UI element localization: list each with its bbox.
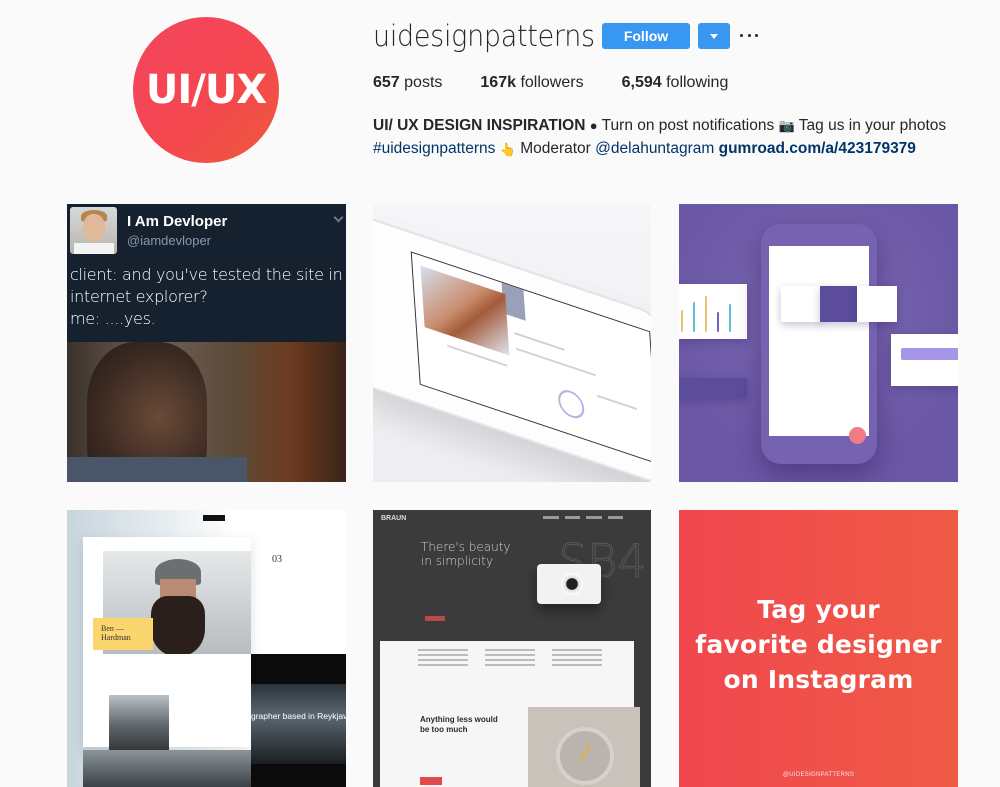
chevron-down-icon	[333, 212, 344, 223]
meme-photo	[67, 342, 346, 482]
ellipsis-icon	[740, 33, 743, 37]
collage-dark-panel: grapher based in Reykjavik, I	[251, 654, 346, 787]
graph-card	[679, 378, 747, 398]
collage-bottom-photo	[83, 750, 251, 787]
name-card: Ben — Hardman	[93, 618, 153, 650]
posts-label: posts	[404, 74, 443, 91]
project-card-active	[820, 286, 857, 322]
ellipsis-icon	[747, 33, 751, 37]
phone-screen	[410, 251, 651, 465]
phone-screen	[769, 246, 869, 436]
progress-ring	[557, 386, 586, 422]
site-white-section: Anything less would be too much	[380, 641, 640, 787]
tag-card-text: Tag your favorite designer on Instagram	[679, 592, 958, 697]
tweet-avatar	[70, 207, 117, 254]
headline-line: in simplicity	[421, 554, 494, 568]
phone-mockup	[373, 206, 651, 482]
add-fab-icon	[849, 427, 866, 444]
tweet-text: client: and you've tested the site in in…	[70, 264, 343, 330]
tweet-line: internet explorer?	[70, 287, 208, 306]
subheadline-line: be too much	[420, 725, 468, 734]
tweet-line: client: and you've tested the site in	[70, 265, 343, 284]
profile-avatar[interactable]: UI/UX	[133, 17, 279, 163]
tweet-author-handle: @iamdevloper	[127, 233, 212, 248]
post-thumbnail[interactable]	[679, 204, 958, 482]
moderator-label: Moderator	[520, 140, 591, 158]
followers-count: 167k	[480, 74, 516, 91]
subheadline-line: Anything less would	[420, 715, 498, 724]
following-label: following	[666, 74, 729, 91]
chart-card	[679, 284, 747, 339]
learn-more-button	[420, 777, 442, 785]
brand-logo: BRAUN	[381, 515, 407, 522]
caret-down-icon	[710, 33, 718, 39]
post-thumbnail[interactable]: I Am Devloper @iamdevloper client: and y…	[67, 204, 346, 482]
post-thumbnail[interactable]: 03 Ben — Hardman grapher based in Reykja…	[67, 510, 346, 787]
bio-line-2: #uidesignpatterns 👆 Moderator @delahunta…	[373, 137, 973, 160]
camera-product	[537, 564, 601, 604]
posts-stat: 657 posts	[373, 74, 442, 92]
avatar-text: UI/UX	[145, 67, 267, 113]
profile-username: uidesignpatterns	[373, 19, 595, 53]
more-options-button[interactable]	[740, 25, 758, 45]
project-card	[781, 286, 823, 322]
profile-stats: 657 posts 167k followers 6,594 following	[373, 74, 766, 92]
collage-button	[203, 515, 225, 521]
followers-label: followers	[520, 74, 584, 91]
tag-card-handle: @UIDESIGNPATTERNS	[782, 772, 855, 778]
post-thumbnail[interactable]: BRAUN SB4 There's beauty in simplicity A…	[373, 510, 651, 787]
following-count: 6,594	[621, 74, 662, 91]
collage-side-panel: 03	[252, 510, 346, 645]
post-thumbnail[interactable]: Tag your favorite designer on Instagram …	[679, 510, 958, 787]
camera-icon: 📷	[778, 118, 795, 134]
follow-button[interactable]: Follow	[602, 23, 690, 49]
bio-tag-text: Tag us in your photos	[798, 117, 947, 134]
bio-notifications-text: Turn on post notifications	[601, 117, 775, 134]
tag-card-line: Tag your	[757, 595, 880, 624]
site-nav	[543, 516, 623, 522]
tag-card-line: favorite designer	[695, 630, 942, 659]
website-link[interactable]: gumroad.com/a/423179379	[719, 140, 916, 157]
bullet-icon: ●	[589, 118, 598, 134]
suggestions-dropdown-button[interactable]	[698, 23, 730, 49]
tweet-author-name: I Am Devloper	[127, 213, 228, 230]
site-headline: There's beauty in simplicity	[421, 540, 511, 568]
followers-stat[interactable]: 167k followers	[480, 74, 583, 92]
tag-card-line: on Instagram	[723, 665, 914, 694]
pointing-hand-icon: 👆	[499, 141, 516, 157]
profile-photo	[420, 265, 510, 356]
collage-number: 03	[272, 554, 282, 565]
posts-count: 657	[373, 74, 400, 91]
headline-line: There's beauty	[421, 540, 511, 554]
hashtag-link[interactable]: #uidesignpatterns	[373, 140, 495, 157]
bio-line-1: UI/ UX DESIGN INSPIRATION ● Turn on post…	[373, 114, 973, 137]
bio-name: UI/ UX DESIGN INSPIRATION	[373, 117, 586, 134]
moderator-handle-link[interactable]: @delahuntagram	[595, 140, 714, 157]
ellipsis-icon	[755, 33, 758, 37]
calendar-card	[891, 334, 958, 386]
name-card-text: Ben — Hardman	[101, 624, 131, 642]
buy-now-button	[425, 616, 445, 621]
project-card	[857, 286, 897, 322]
profile-bio: UI/ UX DESIGN INSPIRATION ● Turn on post…	[373, 114, 973, 161]
post-thumbnail[interactable]	[373, 204, 651, 482]
following-stat[interactable]: 6,594 following	[622, 74, 729, 92]
collage-caption: grapher based in Reykjavik, I	[251, 711, 346, 721]
site-subheadline: Anything less would be too much	[420, 715, 498, 735]
watch-product	[528, 707, 640, 787]
tweet-line: me: ....yes.	[70, 309, 156, 328]
